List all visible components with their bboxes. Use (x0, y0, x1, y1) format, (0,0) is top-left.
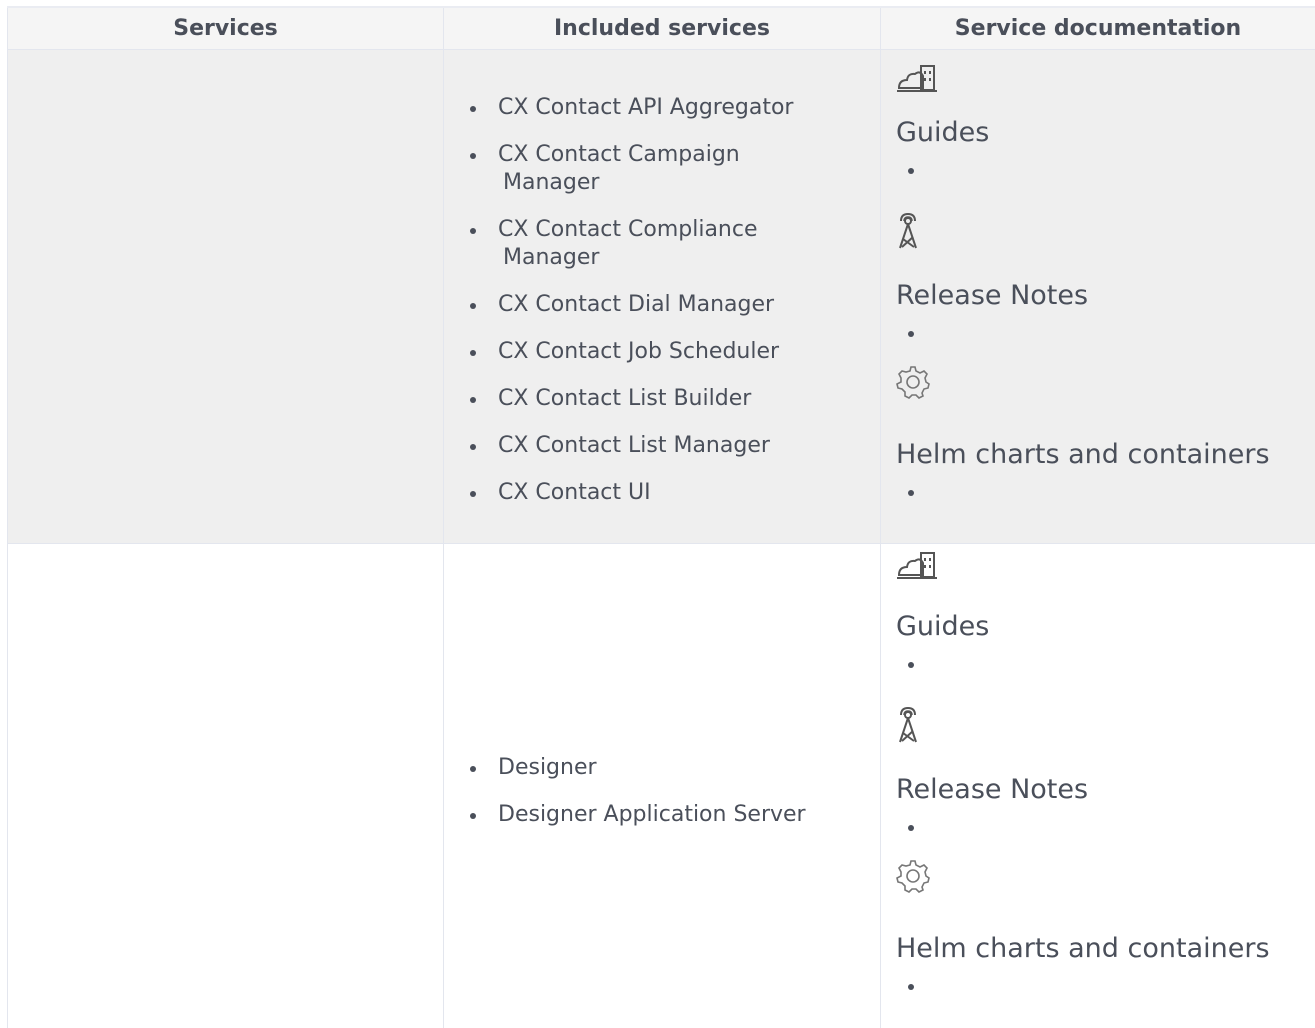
page: Services Included services Service docum… (0, 0, 1315, 1028)
doc-guides: Guides (896, 50, 1315, 203)
doc-title-helm-charts[interactable]: Helm charts and containers (896, 932, 1270, 966)
included-services-list: CX Contact API Aggregator CX Contact Cam… (444, 94, 880, 507)
gear-icon (896, 860, 930, 893)
building-cloud-icon (897, 65, 937, 92)
list-item[interactable]: CX Contact List Builder (466, 385, 880, 413)
antenna-tower-icon (899, 706, 917, 743)
doc-release-notes: Release Notes (896, 203, 1315, 363)
docs-list: Guides Release Notes Helm charts and con… (881, 50, 1315, 523)
included-services-cell: CX Contact API Aggregator CX Contact Cam… (443, 49, 881, 544)
table-row: CX Contact API Aggregator CX Contact Cam… (7, 49, 1315, 544)
services-table: Services Included services Service docum… (7, 6, 1315, 1028)
list-item[interactable]: CX Contact Dial Manager (466, 291, 880, 319)
doc-title-guides[interactable]: Guides (896, 116, 989, 150)
building-cloud-icon (897, 552, 937, 579)
doc-helm-charts: Helm charts and containers (896, 363, 1315, 523)
table-header-row: Services Included services Service docum… (7, 6, 1315, 50)
list-item[interactable]: CX Contact Compliance Manager (466, 216, 880, 272)
doc-guides: Guides (896, 544, 1315, 697)
antenna-tower-icon (899, 212, 917, 249)
list-item[interactable]: CX Contact API Aggregator (466, 94, 880, 122)
list-item[interactable]: CX Contact Job Scheduler (466, 338, 880, 366)
service-documentation-cell: Guides Release Notes Helm charts and con… (880, 49, 1315, 544)
header-service-documentation: Service documentation (880, 6, 1315, 50)
list-item[interactable]: Designer (466, 754, 880, 782)
list-item[interactable]: CX Contact UI (466, 479, 880, 507)
list-item[interactable]: CX Contact List Manager (466, 432, 880, 460)
table-row: Designer Designer Application Server Gui… (7, 543, 1315, 1028)
doc-bullet (908, 662, 914, 668)
services-cell (7, 543, 444, 1028)
doc-bullet (908, 825, 914, 831)
services-cell (7, 49, 444, 544)
header-services: Services (7, 6, 444, 50)
doc-title-helm-charts[interactable]: Helm charts and containers (896, 438, 1270, 472)
included-services-cell: Designer Designer Application Server (443, 543, 881, 1028)
service-documentation-cell: Guides Release Notes Helm charts and con… (880, 543, 1315, 1028)
doc-bullet (908, 490, 914, 496)
list-item[interactable]: CX Contact Campaign Manager (466, 141, 880, 197)
included-services-list: Designer Designer Application Server (444, 754, 880, 829)
doc-title-release-notes[interactable]: Release Notes (896, 279, 1088, 313)
doc-bullet (908, 331, 914, 337)
docs-list: Guides Release Notes Helm charts and con… (881, 544, 1315, 1017)
doc-bullet (908, 984, 914, 990)
doc-title-release-notes[interactable]: Release Notes (896, 773, 1088, 807)
doc-helm-charts: Helm charts and containers (896, 857, 1315, 1017)
gear-icon (896, 366, 930, 399)
list-item[interactable]: Designer Application Server (466, 801, 880, 829)
header-included-services: Included services (443, 6, 881, 50)
doc-release-notes: Release Notes (896, 697, 1315, 857)
doc-bullet (908, 168, 914, 174)
doc-title-guides[interactable]: Guides (896, 610, 989, 644)
